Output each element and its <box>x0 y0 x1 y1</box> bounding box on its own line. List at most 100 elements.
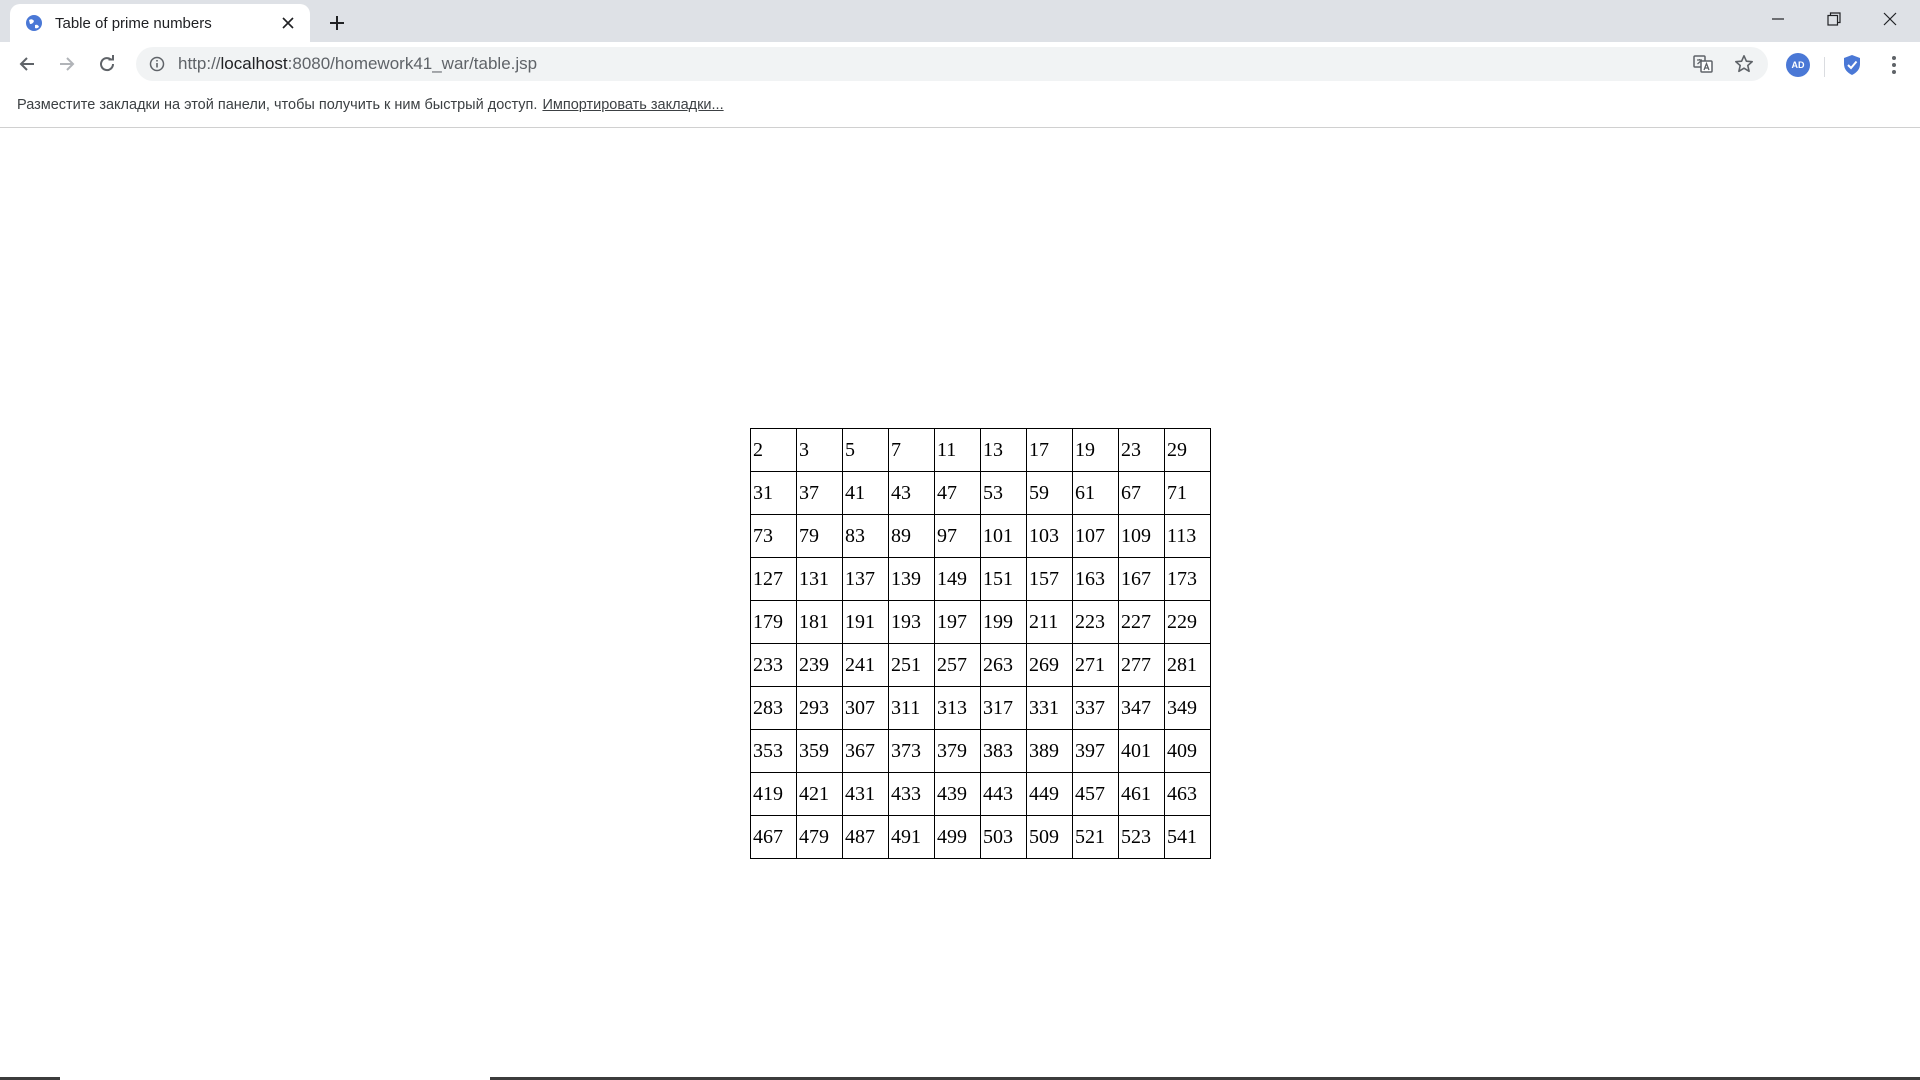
table-cell: 97 <box>934 514 981 558</box>
table-row: 419 421 431 433 439 443 449 457 461 463 <box>750 772 1211 816</box>
table-cell: 139 <box>888 557 935 601</box>
bookmarks-prompt: Разместите закладки на этой панели, чтоб… <box>17 97 538 113</box>
table-cell: 433 <box>888 772 935 816</box>
url-scheme: http:// <box>178 54 221 73</box>
table-cell: 89 <box>888 514 935 558</box>
forward-button[interactable] <box>53 50 81 78</box>
url-text[interactable]: http://localhost:8080/homework41_war/tab… <box>178 54 537 74</box>
tab-title: Table of prime numbers <box>55 14 212 32</box>
url-path: :8080/homework41_war/table.jsp <box>287 54 538 73</box>
table-cell: 337 <box>1072 686 1119 730</box>
table-body: 2 3 5 7 11 13 17 19 23 29 31 37 41 43 47 53 59 61 67 71 73 79… <box>750 428 1211 859</box>
table-cell: 461 <box>1118 772 1165 816</box>
reload-button[interactable] <box>93 50 121 78</box>
table-cell: 29 <box>1164 428 1211 472</box>
table-row: 353 359 367 373 379 383 389 397 401 409 <box>750 729 1211 773</box>
table-cell: 283 <box>750 686 797 730</box>
table-cell: 73 <box>750 514 797 558</box>
table-cell: 41 <box>842 471 889 515</box>
table-cell: 491 <box>888 815 935 859</box>
table-cell: 7 <box>888 428 935 472</box>
table-cell: 11 <box>934 428 981 472</box>
table-cell: 431 <box>842 772 889 816</box>
arrow-right-icon <box>58 55 76 73</box>
table-cell: 67 <box>1118 471 1165 515</box>
table-cell: 281 <box>1164 643 1211 687</box>
table-cell: 307 <box>842 686 889 730</box>
table-row: 31 37 41 43 47 53 59 61 67 71 <box>750 471 1211 515</box>
table-cell: 293 <box>796 686 843 730</box>
reload-icon <box>98 55 116 73</box>
import-bookmarks-link[interactable]: Импортировать закладки... <box>542 97 723 113</box>
table-cell: 443 <box>980 772 1027 816</box>
page-content: 2 3 5 7 11 13 17 19 23 29 31 37 41 43 47 53 59 61 67 71 73 79… <box>0 128 1920 1074</box>
table-cell: 181 <box>796 600 843 644</box>
table-cell: 113 <box>1164 514 1211 558</box>
minimize-icon <box>1771 12 1785 26</box>
restore-button[interactable] <box>1806 0 1862 38</box>
table-row: 127 131 137 139 149 151 157 163 167 173 <box>750 557 1211 601</box>
minimize-button[interactable] <box>1750 0 1806 38</box>
tab-strip: Table of prime numbers <box>0 0 1920 42</box>
bookmarks-bar-message: Разместите закладки на этой панели, чтоб… <box>17 97 724 113</box>
table-cell: 439 <box>934 772 981 816</box>
table-cell: 107 <box>1072 514 1119 558</box>
table-cell: 487 <box>842 815 889 859</box>
table-cell: 53 <box>980 471 1027 515</box>
table-row: 73 79 83 89 97 101 103 107 109 113 <box>750 514 1211 558</box>
new-tab-button[interactable] <box>324 10 350 36</box>
table-cell: 193 <box>888 600 935 644</box>
table-cell: 251 <box>888 643 935 687</box>
table-cell: 5 <box>842 428 889 472</box>
table-cell: 419 <box>750 772 797 816</box>
address-bar[interactable]: http://localhost:8080/homework41_war/tab… <box>136 47 1768 81</box>
table-cell: 241 <box>842 643 889 687</box>
shield-check-icon[interactable] <box>1840 53 1864 77</box>
table-cell: 17 <box>1026 428 1073 472</box>
table-cell: 83 <box>842 514 889 558</box>
table-cell: 521 <box>1072 815 1119 859</box>
table-cell: 367 <box>842 729 889 773</box>
table-cell: 227 <box>1118 600 1165 644</box>
table-cell: 199 <box>980 600 1027 644</box>
table-cell: 509 <box>1026 815 1073 859</box>
table-cell: 499 <box>934 815 981 859</box>
table-cell: 379 <box>934 729 981 773</box>
star-icon[interactable] <box>1733 53 1755 75</box>
table-cell: 149 <box>934 557 981 601</box>
table-cell: 409 <box>1164 729 1211 773</box>
table-cell: 191 <box>842 600 889 644</box>
table-cell: 449 <box>1026 772 1073 816</box>
table-cell: 157 <box>1026 557 1073 601</box>
table-cell: 13 <box>980 428 1027 472</box>
adblock-icon[interactable]: AD <box>1786 53 1810 77</box>
table-cell: 541 <box>1164 815 1211 859</box>
table-cell: 223 <box>1072 600 1119 644</box>
translate-icon[interactable] <box>1692 53 1714 75</box>
prime-numbers-table: 2 3 5 7 11 13 17 19 23 29 31 37 41 43 47 53 59 61 67 71 73 79… <box>750 428 1211 859</box>
table-cell: 151 <box>980 557 1027 601</box>
close-window-button[interactable] <box>1862 0 1918 38</box>
table-cell: 23 <box>1118 428 1165 472</box>
table-cell: 2 <box>750 428 797 472</box>
table-cell: 211 <box>1026 600 1073 644</box>
table-cell: 421 <box>796 772 843 816</box>
arrow-left-icon <box>18 55 36 73</box>
info-icon[interactable] <box>148 55 166 73</box>
kebab-menu-icon[interactable] <box>1882 53 1906 77</box>
table-cell: 131 <box>796 557 843 601</box>
active-tab[interactable]: Table of prime numbers <box>10 4 310 42</box>
table-cell: 137 <box>842 557 889 601</box>
table-cell: 397 <box>1072 729 1119 773</box>
table-cell: 269 <box>1026 643 1073 687</box>
back-button[interactable] <box>13 50 41 78</box>
table-cell: 373 <box>888 729 935 773</box>
close-icon[interactable] <box>278 13 298 33</box>
table-cell: 479 <box>796 815 843 859</box>
table-cell: 389 <box>1026 729 1073 773</box>
table-cell: 331 <box>1026 686 1073 730</box>
url-host: localhost <box>220 54 288 73</box>
table-cell: 43 <box>888 471 935 515</box>
table-cell: 101 <box>980 514 1027 558</box>
table-cell: 179 <box>750 600 797 644</box>
